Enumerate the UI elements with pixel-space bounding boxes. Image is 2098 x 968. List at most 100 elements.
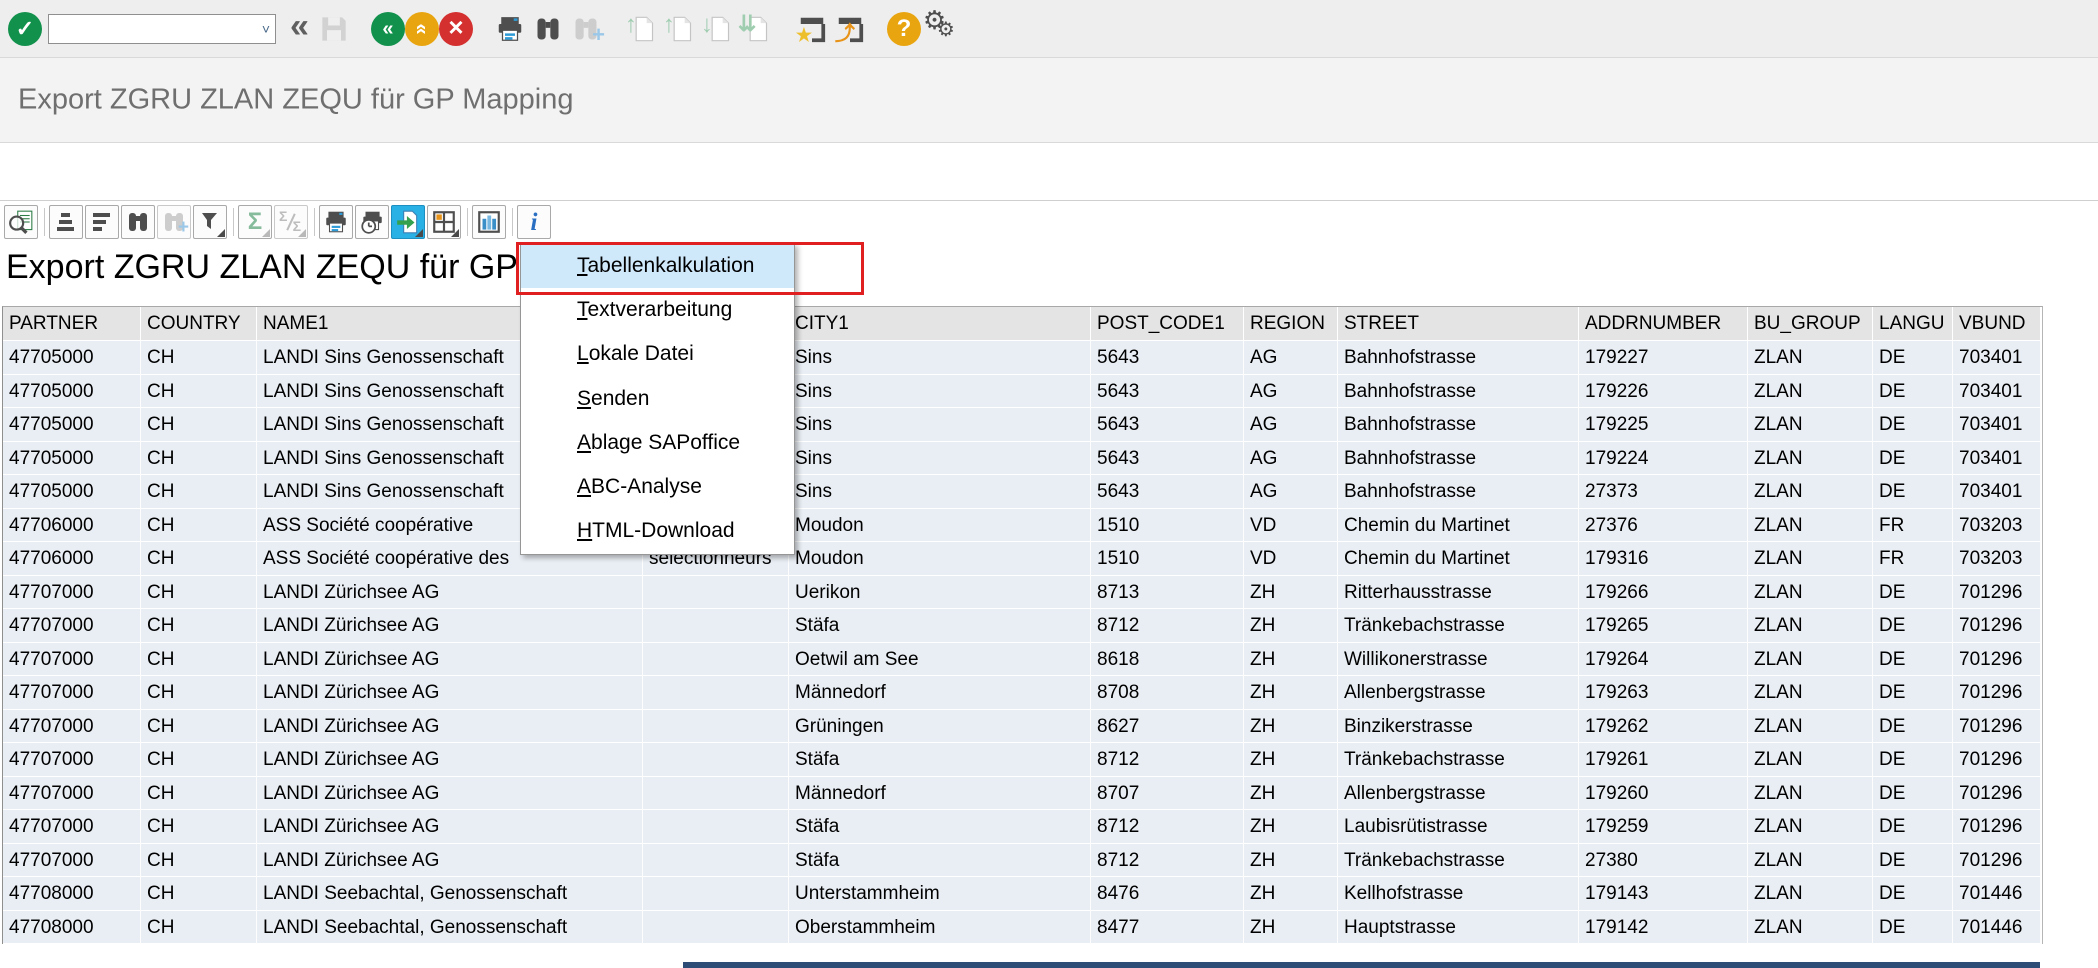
table-cell[interactable]: CH <box>141 341 257 375</box>
menu-item-abc-analyse[interactable]: ABC-Analyse <box>521 465 794 509</box>
table-cell[interactable]: 47707000 <box>3 777 141 811</box>
table-cell[interactable]: DE <box>1873 810 1953 844</box>
table-cell[interactable]: ZLAN <box>1748 777 1873 811</box>
column-header-vbund[interactable]: VBUND <box>1953 307 2041 341</box>
table-cell[interactable]: DE <box>1873 442 1953 476</box>
table-cell[interactable]: CH <box>141 911 257 945</box>
table-cell[interactable]: 1510 <box>1091 542 1244 576</box>
table-cell[interactable]: 703401 <box>1953 475 2041 509</box>
table-cell[interactable]: ZLAN <box>1748 643 1873 677</box>
table-cell[interactable]: ZLAN <box>1748 743 1873 777</box>
table-cell[interactable]: 47707000 <box>3 676 141 710</box>
table-cell[interactable]: DE <box>1873 341 1953 375</box>
table-cell[interactable] <box>643 911 789 945</box>
table-cell[interactable]: Bahnhofstrasse <box>1338 475 1579 509</box>
find-next-button[interactable]: + <box>567 10 605 48</box>
table-cell[interactable]: ZH <box>1244 576 1338 610</box>
table-cell[interactable] <box>643 676 789 710</box>
page-up-button[interactable]: ↑ <box>661 10 699 48</box>
table-cell[interactable]: ZH <box>1244 676 1338 710</box>
table-cell[interactable] <box>643 877 789 911</box>
table-cell[interactable]: 47705000 <box>3 341 141 375</box>
table-cell[interactable]: CH <box>141 877 257 911</box>
table-cell[interactable]: 701296 <box>1953 743 2041 777</box>
table-cell[interactable]: 8627 <box>1091 710 1244 744</box>
table-cell[interactable]: 179261 <box>1579 743 1748 777</box>
table-cell[interactable]: 179143 <box>1579 877 1748 911</box>
table-cell[interactable]: 27380 <box>1579 844 1748 878</box>
table-cell[interactable]: ZLAN <box>1748 676 1873 710</box>
table-cell[interactable]: ZLAN <box>1748 341 1873 375</box>
table-cell[interactable]: DE <box>1873 676 1953 710</box>
table-cell[interactable]: 179264 <box>1579 643 1748 677</box>
table-cell[interactable]: CH <box>141 576 257 610</box>
column-header-city1[interactable]: CITY1 <box>789 307 1091 341</box>
table-cell[interactable]: Ritterhausstrasse <box>1338 576 1579 610</box>
table-cell[interactable]: FR <box>1873 542 1953 576</box>
table-cell[interactable]: DE <box>1873 743 1953 777</box>
table-cell[interactable]: 179142 <box>1579 911 1748 945</box>
table-cell[interactable]: 703401 <box>1953 341 2041 375</box>
table-cell[interactable]: 47706000 <box>3 542 141 576</box>
table-cell[interactable]: ZLAN <box>1748 810 1873 844</box>
table-cell[interactable]: CH <box>141 810 257 844</box>
table-cell[interactable]: CH <box>141 542 257 576</box>
back-button[interactable]: « <box>371 12 405 46</box>
table-cell[interactable]: ZH <box>1244 777 1338 811</box>
table-cell[interactable]: 47706000 <box>3 509 141 543</box>
table-cell[interactable]: VD <box>1244 542 1338 576</box>
table-cell[interactable]: 703203 <box>1953 542 2041 576</box>
table-cell[interactable]: 703401 <box>1953 375 2041 409</box>
table-cell[interactable]: 8708 <box>1091 676 1244 710</box>
column-header-country[interactable]: COUNTRY <box>141 307 257 341</box>
table-cell[interactable]: Bahnhofstrasse <box>1338 375 1579 409</box>
table-cell[interactable]: 179224 <box>1579 442 1748 476</box>
table-cell[interactable]: 179263 <box>1579 676 1748 710</box>
table-cell[interactable]: ZLAN <box>1748 442 1873 476</box>
table-cell[interactable]: Stäfa <box>789 743 1091 777</box>
collapse-command-bar-button[interactable]: « <box>290 9 309 43</box>
column-header-partner[interactable]: PARTNER <box>3 307 141 341</box>
table-cell[interactable]: 179225 <box>1579 408 1748 442</box>
table-cell[interactable]: 27373 <box>1579 475 1748 509</box>
table-cell[interactable]: Binzikerstrasse <box>1338 710 1579 744</box>
table-cell[interactable]: Sins <box>789 408 1091 442</box>
table-cell[interactable] <box>643 844 789 878</box>
table-cell[interactable]: Sins <box>789 442 1091 476</box>
table-cell[interactable]: 8618 <box>1091 643 1244 677</box>
table-cell[interactable]: ZH <box>1244 710 1338 744</box>
table-cell[interactable]: LANDI Zürichsee AG <box>257 676 643 710</box>
table-cell[interactable]: 8707 <box>1091 777 1244 811</box>
customize-local-layout-button[interactable]: ⚙ ⚙ <box>921 9 963 49</box>
table-cell[interactable]: Moudon <box>789 542 1091 576</box>
column-header-bu_group[interactable]: BU_GROUP <box>1748 307 1873 341</box>
table-cell[interactable]: LANDI Zürichsee AG <box>257 710 643 744</box>
table-cell[interactable]: 5643 <box>1091 442 1244 476</box>
table-cell[interactable] <box>643 777 789 811</box>
table-cell[interactable]: DE <box>1873 576 1953 610</box>
table-cell[interactable]: 47707000 <box>3 643 141 677</box>
table-cell[interactable]: Stäfa <box>789 810 1091 844</box>
table-cell[interactable]: CH <box>141 844 257 878</box>
table-cell[interactable]: ZLAN <box>1748 609 1873 643</box>
table-cell[interactable]: Moudon <box>789 509 1091 543</box>
new-session-button[interactable]: ★ <box>793 10 831 48</box>
table-cell[interactable]: Bahnhofstrasse <box>1338 442 1579 476</box>
table-cell[interactable]: 47708000 <box>3 877 141 911</box>
table-cell[interactable]: CH <box>141 609 257 643</box>
table-cell[interactable]: ZH <box>1244 911 1338 945</box>
table-cell[interactable]: 5643 <box>1091 475 1244 509</box>
table-cell[interactable]: AG <box>1244 375 1338 409</box>
table-cell[interactable]: 5643 <box>1091 408 1244 442</box>
table-cell[interactable]: 47707000 <box>3 743 141 777</box>
table-cell[interactable]: Stäfa <box>789 609 1091 643</box>
menu-item-html-download[interactable]: HTML-Download <box>521 509 794 553</box>
table-cell[interactable]: ZLAN <box>1748 576 1873 610</box>
table-cell[interactable]: CH <box>141 710 257 744</box>
table-cell[interactable]: ZLAN <box>1748 710 1873 744</box>
find-button[interactable] <box>529 10 567 48</box>
table-cell[interactable]: Bahnhofstrasse <box>1338 408 1579 442</box>
table-cell[interactable]: AG <box>1244 408 1338 442</box>
table-cell[interactable]: DE <box>1873 609 1953 643</box>
table-cell[interactable]: AG <box>1244 341 1338 375</box>
